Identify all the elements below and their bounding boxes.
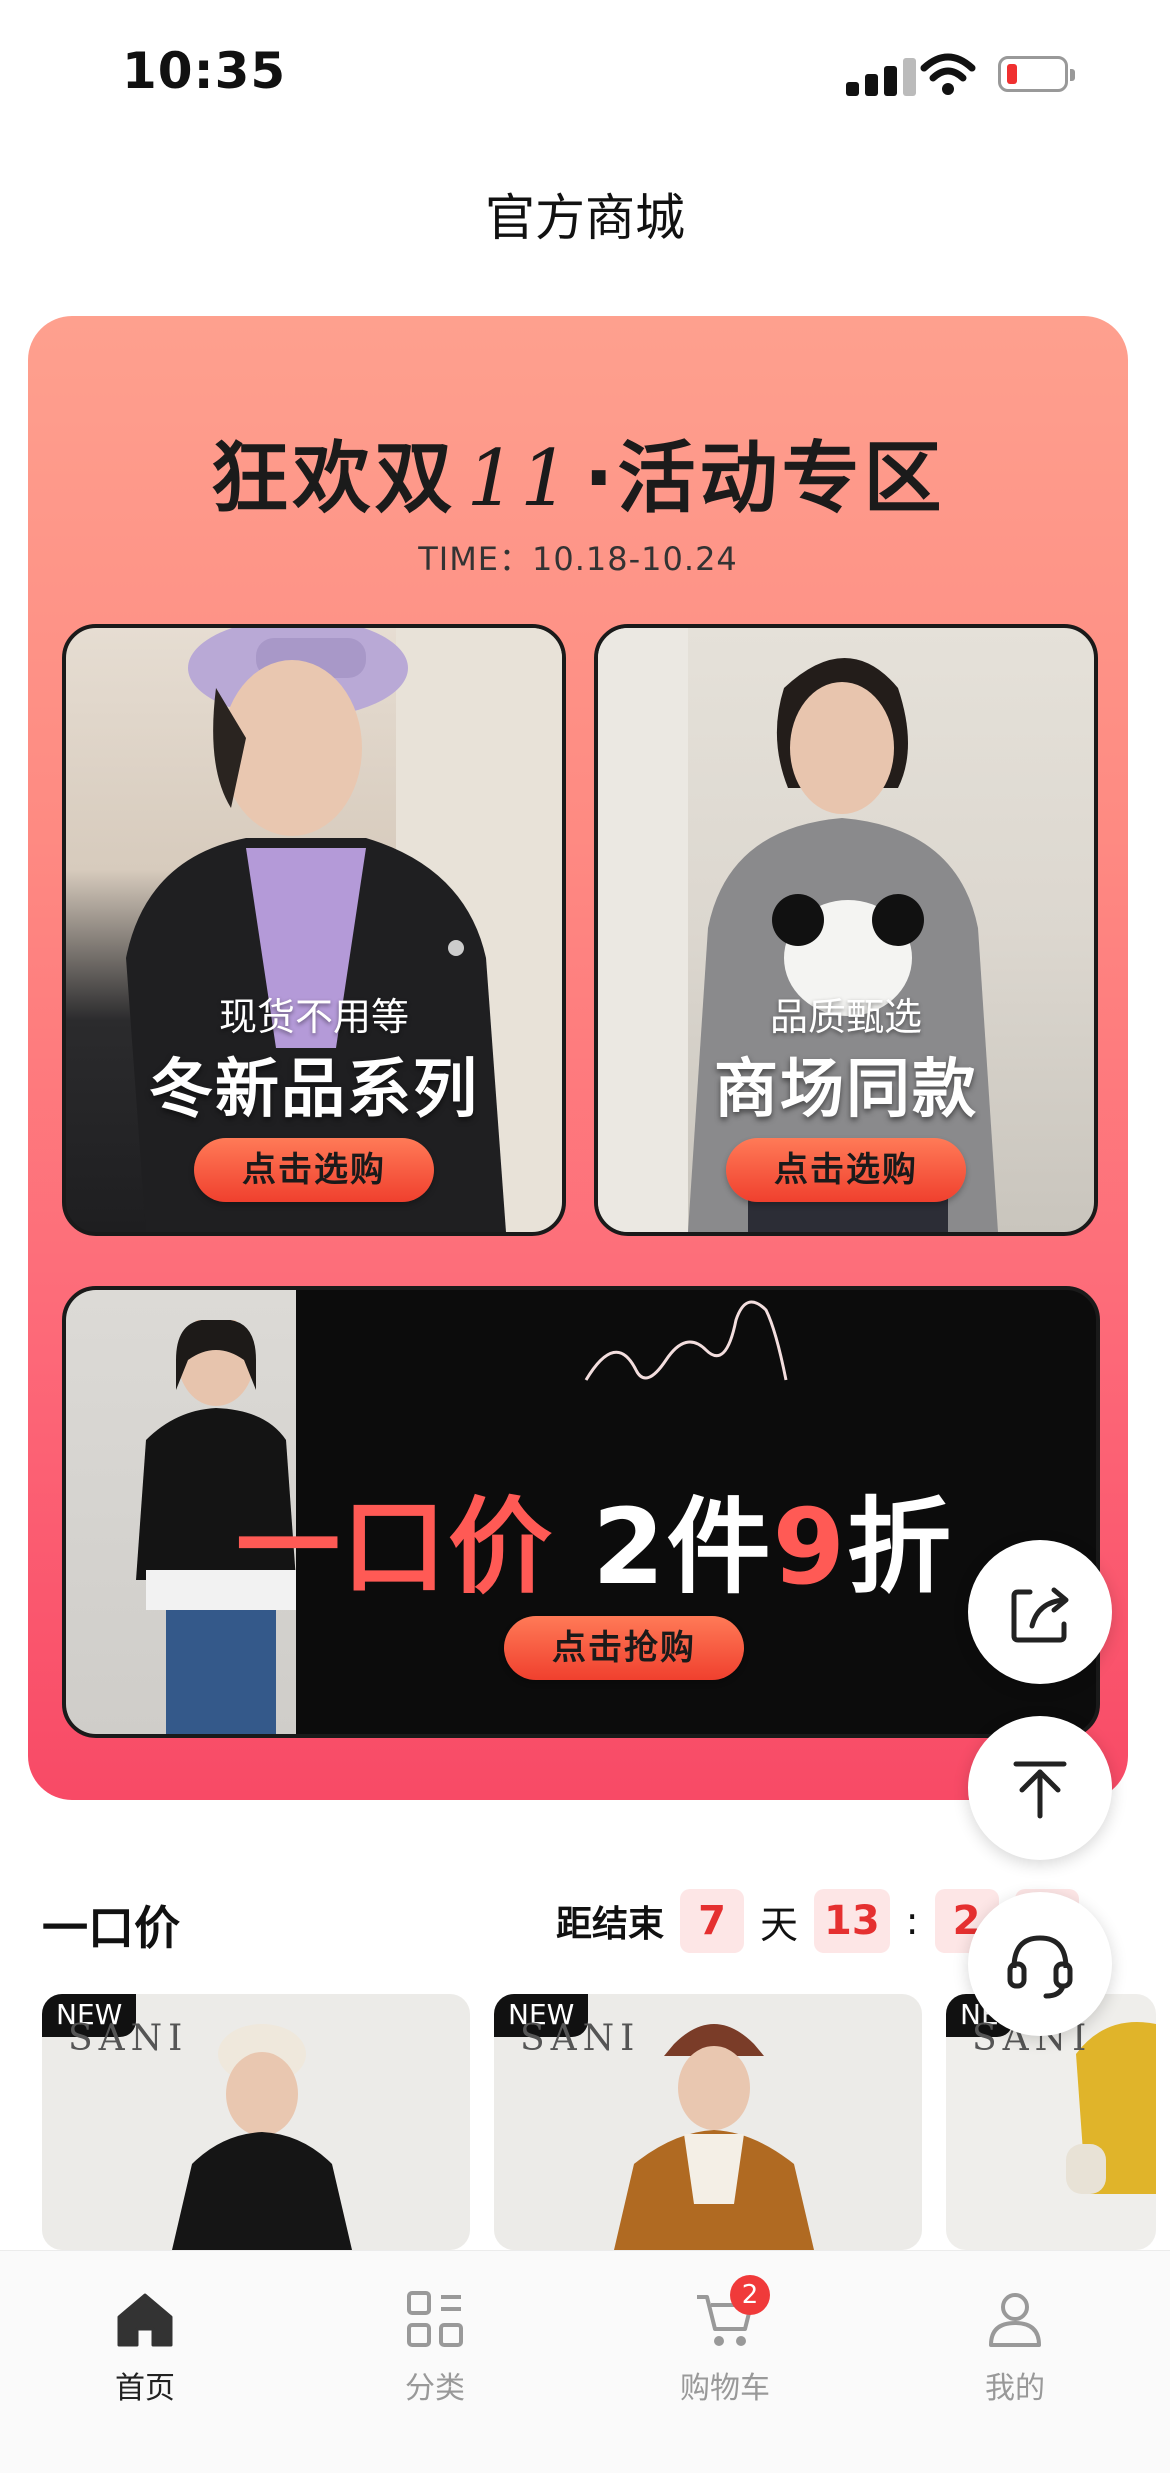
tab-label: 购物车 — [680, 2371, 770, 2406]
countdown-days-unit: 天 — [760, 1902, 799, 1947]
card-mall-same[interactable]: 品质甄选 商场同款 点击选购 — [594, 624, 1098, 1236]
share-icon — [1011, 1587, 1069, 1643]
product-card[interactable]: NEW SANI — [42, 1994, 470, 2250]
fixed-price-banner[interactable]: 一口价 2件9折 点击抢购 — [62, 1286, 1100, 1738]
signature-doodle — [584, 1300, 788, 1381]
page-title: 官方商城 — [485, 189, 685, 247]
bottom-tab-bar: 首页 分类 2 购物车 我的 — [0, 2250, 1170, 2473]
countdown-days: 7 — [680, 1889, 745, 1953]
status-time: 10:35 — [122, 42, 287, 100]
tab-profile[interactable]: 我的 — [870, 2251, 1160, 2473]
promo-time: TIME：10.18-10.24 — [418, 540, 738, 578]
home-icon — [117, 2293, 173, 2347]
share-button[interactable] — [968, 1540, 1112, 1684]
tab-label: 我的 — [985, 2371, 1045, 2406]
promo-title: 狂欢双 11 ·活动专区 — [210, 434, 946, 524]
card-subtitle: 品质甄选 — [769, 995, 922, 1039]
battery-icon — [998, 56, 1075, 92]
profile-icon — [989, 2293, 1041, 2347]
product-card[interactable]: NEW SANI — [494, 1994, 922, 2250]
tab-label: 分类 — [405, 2371, 465, 2406]
card-title: 冬新品系列 — [149, 1053, 479, 1127]
customer-service-button[interactable] — [968, 1892, 1112, 2036]
banner-headline: 一口价 2件9折 — [236, 1486, 953, 1608]
headset-icon — [1007, 1935, 1073, 1999]
countdown-label: 距结束 — [556, 1904, 665, 1945]
brand-logo: SANI — [68, 2018, 189, 2059]
tab-category[interactable]: 分类 — [290, 2251, 580, 2473]
category-icon — [407, 2291, 463, 2347]
arrow-up-icon — [1013, 1761, 1067, 1819]
grab-now-button[interactable]: 点击抢购 — [504, 1616, 744, 1680]
card-winter-new[interactable]: 现货不用等 冬新品系列 点击选购 — [62, 624, 566, 1236]
back-to-top-button[interactable] — [968, 1716, 1112, 1860]
wifi-icon — [920, 53, 976, 95]
tab-cart[interactable]: 2 购物车 — [580, 2251, 870, 2473]
status-bar: 10:35 — [0, 0, 1170, 150]
card-title: 商场同款 — [714, 1053, 978, 1127]
brand-logo: SANI — [520, 2018, 641, 2059]
countdown-separator: : — [905, 1899, 919, 1943]
cart-badge: 2 — [730, 2275, 770, 2315]
tab-home[interactable]: 首页 — [0, 2251, 290, 2473]
shop-now-button[interactable]: 点击选购 — [726, 1138, 966, 1202]
section-title: 一口价 — [42, 1901, 180, 1955]
card-subtitle: 现货不用等 — [218, 995, 409, 1039]
shop-now-button[interactable]: 点击选购 — [194, 1138, 434, 1202]
countdown-hours: 13 — [814, 1889, 890, 1953]
promo-panel: 狂欢双 11 ·活动专区 TIME：10.18-10.24 现货不用等 冬新品系列 … — [28, 316, 1128, 1800]
tab-label: 首页 — [115, 2371, 175, 2406]
